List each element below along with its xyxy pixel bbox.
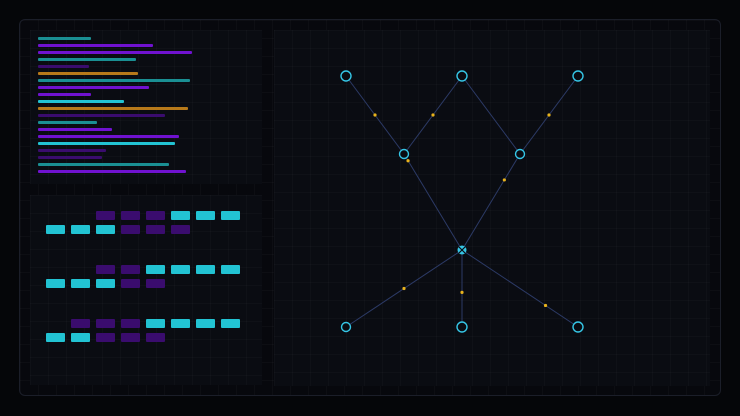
block-cell xyxy=(71,333,90,342)
graph-node-bottom-left xyxy=(340,321,352,333)
code-line xyxy=(38,65,89,68)
code-line xyxy=(38,93,91,96)
edge-signal-dot xyxy=(373,113,377,117)
block-cell xyxy=(96,225,115,234)
graph-node-top-left xyxy=(340,70,352,82)
graph-node-bottom-center xyxy=(456,321,468,333)
code-line xyxy=(38,149,106,152)
block-cell xyxy=(121,265,140,274)
edge-signal-dot xyxy=(406,159,410,163)
code-line xyxy=(38,121,97,124)
graph-edge xyxy=(461,75,521,155)
code-panel xyxy=(30,30,262,184)
block-cell xyxy=(46,279,65,288)
edge-signal-dot xyxy=(543,303,548,308)
block-cell xyxy=(46,333,65,342)
block-cell xyxy=(221,265,240,274)
code-line xyxy=(38,170,186,173)
graph-node-bottom-right xyxy=(572,321,584,333)
code-line xyxy=(38,86,149,89)
block-cell xyxy=(171,265,190,274)
block-cell xyxy=(171,211,190,220)
block-cell xyxy=(71,279,90,288)
block-cell xyxy=(221,211,240,220)
block-cell xyxy=(146,265,165,274)
code-line xyxy=(38,37,91,40)
graph-node-top-right xyxy=(572,70,584,82)
block-cell xyxy=(71,225,90,234)
block-cell xyxy=(121,211,140,220)
block-cell xyxy=(146,225,165,234)
block-cell xyxy=(221,319,240,328)
block-cell xyxy=(121,225,140,234)
code-line xyxy=(38,58,136,61)
block-cell xyxy=(96,211,115,220)
graph-edge xyxy=(403,153,463,251)
node-graph xyxy=(340,70,584,333)
block-cell xyxy=(71,319,90,328)
edge-signal-dot xyxy=(547,113,551,117)
edge-signal-dot xyxy=(460,290,464,294)
block-cell xyxy=(146,211,165,220)
block-cell xyxy=(121,319,140,328)
block-cell xyxy=(196,265,215,274)
code-line xyxy=(38,51,192,54)
block-cell xyxy=(96,333,115,342)
block-cell xyxy=(146,333,165,342)
code-line xyxy=(38,156,102,159)
code-line xyxy=(38,107,188,110)
edge-signal-dot xyxy=(431,113,435,117)
block-cell xyxy=(96,265,115,274)
block-cell xyxy=(96,279,115,288)
block-cell xyxy=(196,319,215,328)
code-line xyxy=(38,142,175,145)
blocks-panel xyxy=(30,195,262,385)
graph-edge xyxy=(461,153,521,251)
code-line xyxy=(38,163,169,166)
code-line xyxy=(38,72,138,75)
graph-node-top-center xyxy=(456,70,468,82)
block-cell xyxy=(146,279,165,288)
code-line xyxy=(38,100,124,103)
block-cell xyxy=(171,319,190,328)
code-line xyxy=(38,44,153,47)
graph-panel xyxy=(274,30,710,386)
block-cell xyxy=(96,319,115,328)
code-line xyxy=(38,128,112,131)
code-line xyxy=(38,79,190,82)
edge-signal-dot xyxy=(402,286,406,291)
code-line xyxy=(38,135,179,138)
edge-signal-dot xyxy=(502,178,506,182)
block-cell xyxy=(196,211,215,220)
graph-node-mid-left xyxy=(398,148,410,160)
block-cell xyxy=(146,319,165,328)
block-cell xyxy=(121,279,140,288)
block-cell xyxy=(121,333,140,342)
graph-edge xyxy=(461,249,579,328)
block-cell xyxy=(171,225,190,234)
block-cell xyxy=(46,225,65,234)
code-line xyxy=(38,114,165,117)
graph-node-mid-right xyxy=(514,148,526,160)
